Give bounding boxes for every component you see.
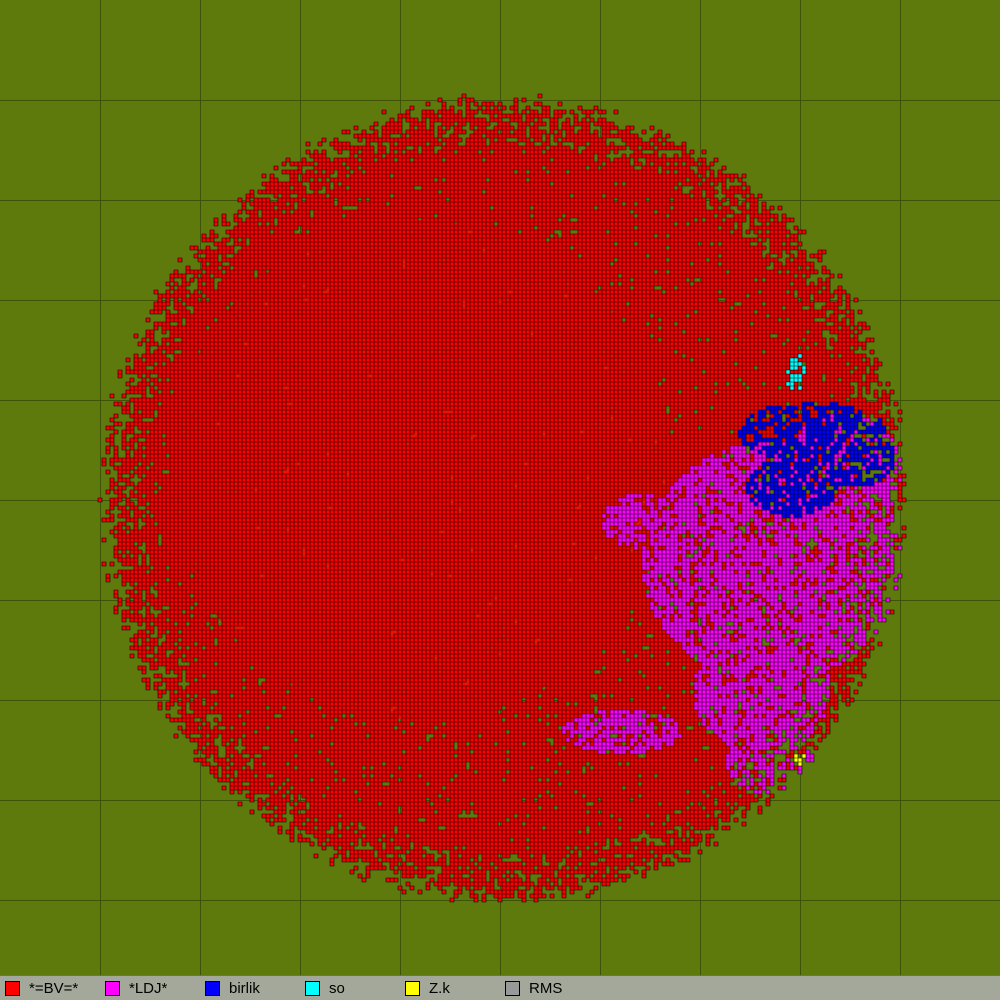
legend-label-birlik: birlik xyxy=(229,980,260,997)
legend-swatch-rms xyxy=(505,981,520,996)
legend-swatch-zk xyxy=(405,981,420,996)
legend-swatch-so xyxy=(305,981,320,996)
territory-map[interactable] xyxy=(0,0,1000,975)
legend-label-ldj: *LDJ* xyxy=(129,980,168,997)
legend-label-bv: *=BV=* xyxy=(29,980,79,997)
legend-swatch-birlik xyxy=(205,981,220,996)
legend-label-zk: Z.k xyxy=(429,980,450,997)
legend-item-rms: RMS xyxy=(505,980,562,997)
legend-label-rms: RMS xyxy=(529,980,563,997)
legend-label-so: so xyxy=(329,980,345,997)
legend-item-birlik: birlik xyxy=(205,980,260,997)
legend-item-so: so xyxy=(305,980,345,997)
legend-item-zk: Z.k xyxy=(405,980,450,997)
legend-bar: *=BV=* *LDJ* birlik so Z.k RMS xyxy=(0,975,1000,1000)
legend-swatch-bv xyxy=(5,981,20,996)
legend-item-bv: *=BV=* xyxy=(5,980,78,997)
legend-swatch-ldj xyxy=(105,981,120,996)
legend-item-ldj: *LDJ* xyxy=(105,980,167,997)
